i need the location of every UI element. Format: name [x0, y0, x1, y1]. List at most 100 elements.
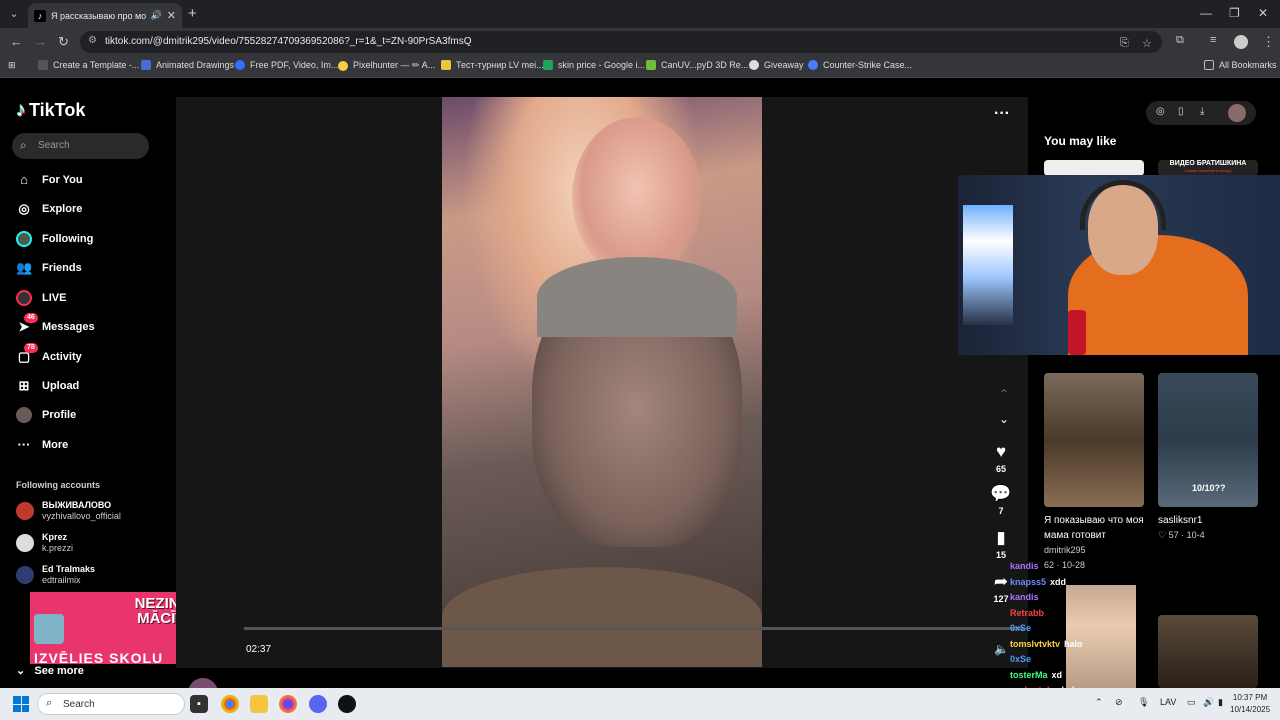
windows-start-icon[interactable]	[13, 696, 29, 712]
media-icon[interactable]: ≡	[1210, 34, 1216, 46]
account-item[interactable]: Kprez k.prezzi	[16, 532, 73, 554]
minimize-icon[interactable]: —	[1200, 6, 1212, 20]
activity-badge: 78	[24, 343, 38, 353]
previous-video-icon[interactable]: ⌃	[991, 387, 1017, 401]
nav-following[interactable]: Following	[16, 228, 93, 250]
network-off-icon[interactable]: ⊘	[1115, 697, 1123, 708]
nav-explore[interactable]: ◎ Explore	[16, 198, 82, 220]
taskbar-clock[interactable]: 10:37 PM 10/14/2025	[1230, 692, 1270, 716]
suggested-video-thumb[interactable]	[1044, 160, 1144, 176]
audio-icon[interactable]: 🔊	[151, 10, 162, 21]
volume-icon[interactable]: 🔈	[994, 642, 1009, 656]
folder-icon	[38, 60, 48, 70]
chrome-icon[interactable]	[221, 695, 239, 713]
bookmark-2[interactable]: Animated Drawings	[141, 60, 234, 70]
chat-message: tosterMa xd	[1010, 670, 1150, 686]
search-input[interactable]: ⌕ Search	[12, 133, 149, 159]
bookmark-icon	[141, 60, 151, 70]
close-tab-icon[interactable]: ✕	[167, 9, 176, 22]
folder-icon	[1204, 60, 1214, 70]
nav-for-you[interactable]: ⌂ For You	[16, 169, 82, 191]
bookmark-1[interactable]: Create a Template -...	[38, 60, 139, 70]
file-explorer-icon[interactable]	[250, 695, 268, 713]
account-item[interactable]: ВЫЖИВАЛОВО vyzhivallovo_official	[16, 500, 121, 522]
address-bar[interactable]: ⚙ tiktok.com/@dmitrik295/video/755282747…	[80, 31, 1162, 53]
battery-icon[interactable]: ▮	[1218, 697, 1223, 708]
profile-icon	[16, 407, 32, 423]
like-button[interactable]: ♥ 65	[988, 442, 1014, 474]
suggested-video-thumb[interactable]	[1044, 373, 1144, 507]
profile-avatar[interactable]	[1234, 35, 1248, 49]
suggested-video-thumb[interactable]	[1158, 615, 1258, 688]
download-icon[interactable]: ⤓	[1200, 106, 1204, 117]
bookmark-8[interactable]: Giveaway	[749, 60, 804, 70]
display-icon[interactable]: ▭	[1187, 697, 1196, 708]
firefox-icon[interactable]	[279, 695, 297, 713]
nav-more[interactable]: ··· More	[16, 434, 69, 456]
maximize-icon[interactable]: ❐	[1229, 6, 1240, 20]
all-bookmarks[interactable]: All Bookmarks	[1204, 60, 1277, 70]
bookmark-5[interactable]: Тест-турнир LV mei...	[441, 60, 544, 70]
video-frame[interactable]	[442, 97, 762, 667]
nav-friends[interactable]: 👥 Friends	[16, 257, 82, 279]
you-may-like-title: You may like	[1044, 134, 1117, 148]
volume-icon[interactable]: 🔊	[1203, 697, 1214, 708]
see-more-link[interactable]: ⌄ See more	[16, 664, 84, 677]
avatar[interactable]	[1228, 104, 1246, 122]
next-video-icon[interactable]: ⌄	[991, 412, 1017, 426]
nav-messages[interactable]: ➤ 46 Messages	[16, 313, 95, 338]
mic-icon[interactable]: 🎙	[1138, 697, 1149, 708]
windows-taskbar: ⌕ Search ▪ ⌃ ⊘ 🎙 LAV ▭ 🔊 ▮ 10:37 PM 10/1…	[0, 688, 1280, 720]
install-app-icon[interactable]: ⎘	[1120, 37, 1129, 50]
account-item[interactable]: Ed Tralmaks edtrailmix	[16, 564, 95, 586]
chat-username: kandis	[1010, 561, 1039, 571]
chat-text: xd	[1051, 669, 1063, 680]
suggested-video-meta[interactable]: sasliksnr1 ♡ 57 · 10-4	[1158, 513, 1258, 543]
browser-menu-icon[interactable]: ⋮	[1262, 34, 1275, 50]
bookmark-7[interactable]: CanUV...pyD 3D Re...	[646, 60, 748, 70]
more-options-icon[interactable]: ···	[994, 105, 1010, 123]
suggested-video-thumb[interactable]: ВИДЕО БРАТИШКИНА (самое смешное в конце)	[1158, 160, 1258, 176]
reload-icon[interactable]: ↻	[58, 34, 69, 50]
video-person-back	[572, 117, 702, 277]
messages-icon: ➤ 46	[16, 313, 38, 335]
suggested-video-thumb[interactable]: 10/10??	[1158, 373, 1258, 507]
discord-icon[interactable]	[309, 695, 327, 713]
comment-button[interactable]: 💬 7	[988, 484, 1014, 516]
more-icon: ···	[17, 437, 31, 452]
back-icon[interactable]: ←	[10, 34, 23, 49]
search-icon: ⌕	[46, 697, 53, 709]
device-icon[interactable]: ▯	[1178, 106, 1184, 117]
language-indicator[interactable]: LAV	[1160, 697, 1176, 707]
video-player[interactable]: ··· ⌃ ⌄ ♥ 65 💬 7 ▮ 15 ➦ 127 02:37 🔈	[176, 97, 1028, 668]
browser-tab-active[interactable]: ♪ Я рассказываю про мою б 🔊 ✕	[28, 3, 182, 28]
nav-upload[interactable]: ⊞ Upload	[16, 375, 80, 397]
nav-activity[interactable]: ▢ 78 Activity	[16, 343, 82, 368]
bookmark-icon	[543, 60, 553, 70]
new-tab-icon[interactable]: +	[188, 5, 197, 22]
bookmark-star-icon[interactable]: ☆	[1142, 37, 1152, 50]
nav-profile[interactable]: Profile	[16, 404, 76, 426]
extensions-icon[interactable]: ⧉	[1176, 34, 1184, 47]
close-window-icon[interactable]: ✕	[1258, 6, 1268, 20]
nav-live[interactable]: LIVE	[16, 287, 66, 309]
progress-bar[interactable]	[244, 627, 1024, 630]
bookmark-6[interactable]: skin price - Google i...	[543, 60, 645, 70]
save-button[interactable]: ▮ 15	[988, 528, 1014, 560]
promo-image	[34, 614, 64, 644]
forward-icon[interactable]: →	[34, 34, 47, 49]
coin-icon[interactable]: ◎	[1156, 106, 1165, 117]
bookmark-3[interactable]: Free PDF, Video, Im...	[235, 60, 338, 70]
task-view-icon[interactable]: ▪	[190, 695, 208, 713]
tiktok-logo[interactable]: ♪ TikTok	[16, 99, 85, 122]
tab-search-icon[interactable]: ⌄	[4, 4, 24, 24]
compass-icon: ◎	[18, 201, 30, 216]
obs-icon[interactable]	[338, 695, 356, 713]
bookmark-9[interactable]: Counter-Strike Case...	[808, 60, 912, 70]
tray-chevron-icon[interactable]: ⌃	[1095, 697, 1103, 708]
bookmark-4[interactable]: Pixelhunter — ✏ A...	[338, 60, 435, 71]
bookmark-icon: ▮	[996, 528, 1006, 547]
taskbar-search-input[interactable]: ⌕ Search	[37, 693, 185, 715]
apps-icon[interactable]: ⊞	[8, 60, 16, 71]
site-info-icon[interactable]: ⚙	[88, 35, 97, 46]
